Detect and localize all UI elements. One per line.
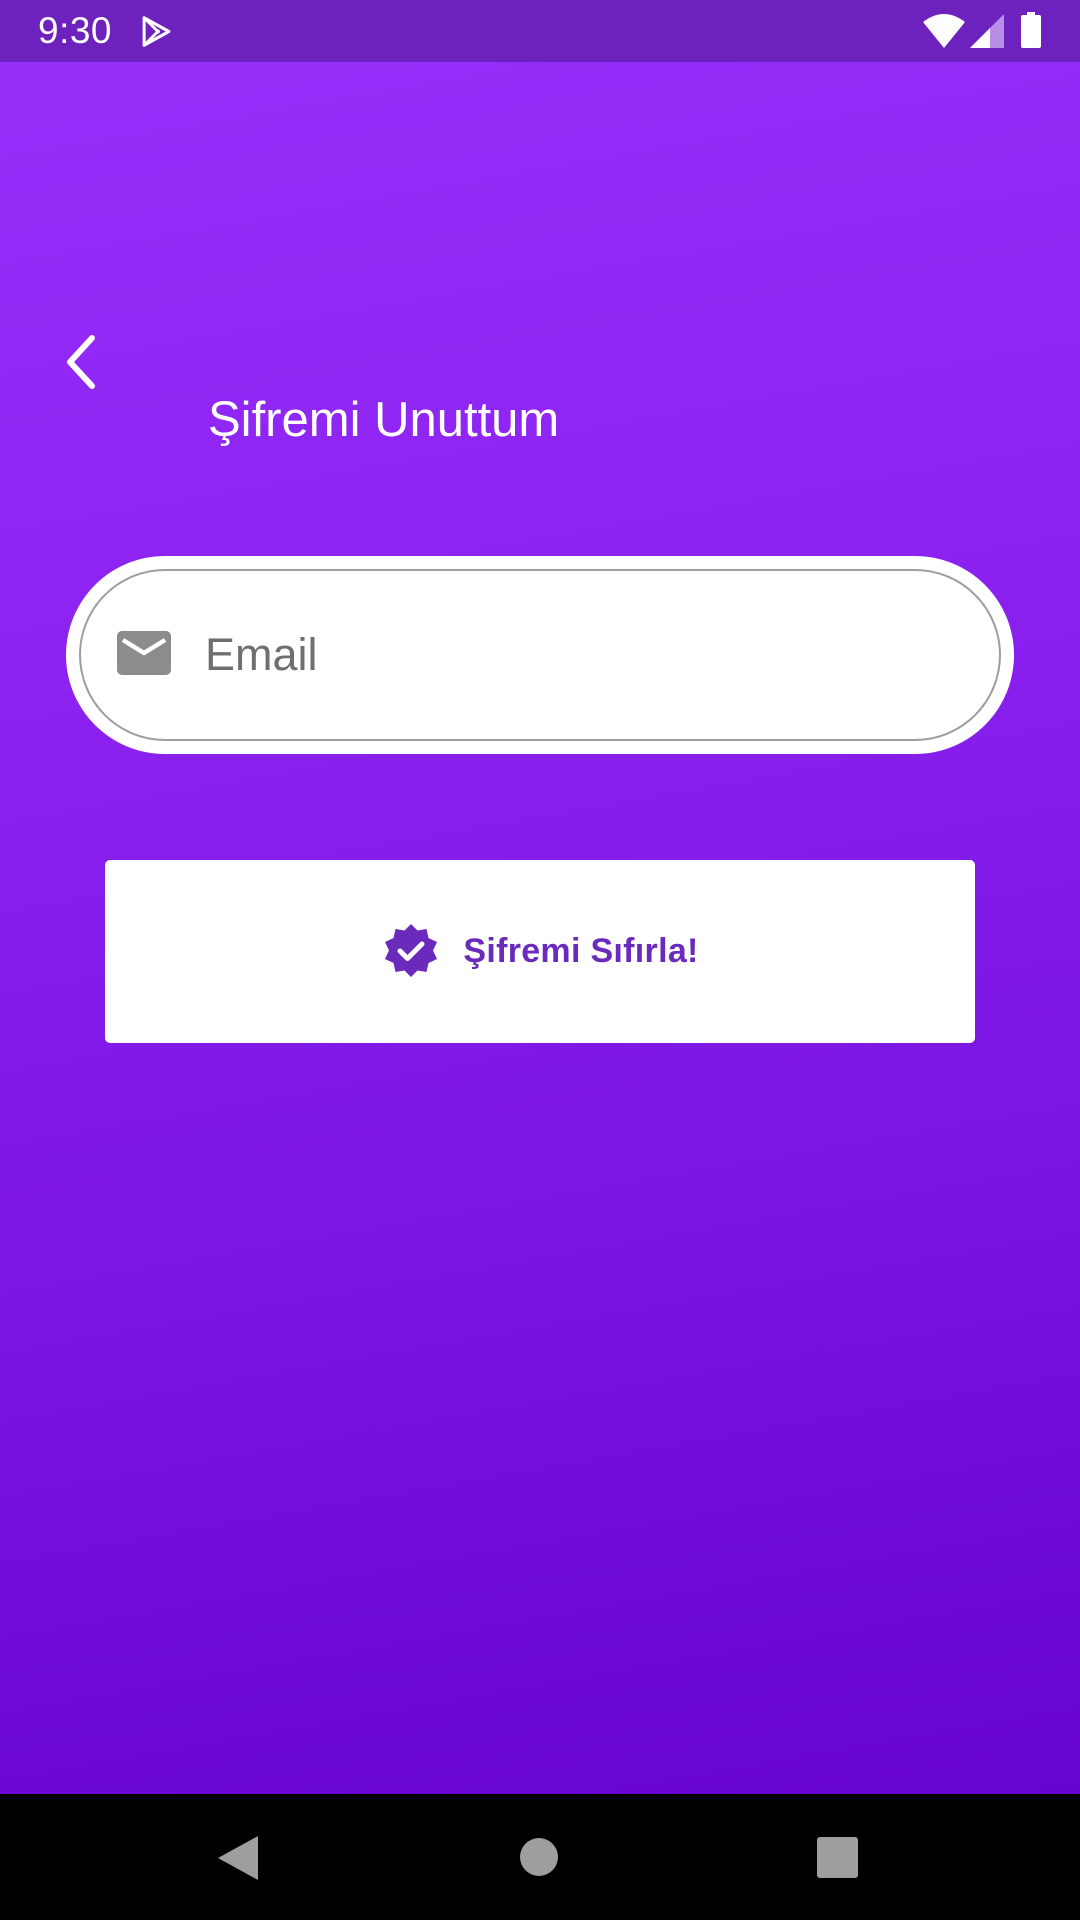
wifi-icon: [923, 14, 965, 48]
app-root: 9:30 Şifremi Unuttum Email Şifremi Sıfır…: [0, 0, 1080, 1920]
verified-badge-icon: [385, 923, 438, 977]
nav-recents-icon[interactable]: [817, 1837, 858, 1878]
status-bar: 9:30: [0, 0, 1080, 62]
battery-icon: [1021, 12, 1041, 48]
reset-password-label: Şifremi Sıfırla!: [463, 932, 699, 970]
play-store-icon: [142, 16, 171, 47]
system-navigation-bar: [0, 1794, 1080, 1920]
forgot-password-screen: Şifremi Unuttum Şifremi Sıfırla!: [0, 62, 1080, 1794]
back-button[interactable]: [52, 326, 112, 398]
email-input[interactable]: [205, 623, 965, 687]
nav-back-icon[interactable]: [216, 1834, 260, 1882]
reset-password-button[interactable]: Şifremi Sıfırla!: [105, 860, 975, 1043]
page-title: Şifremi Unuttum: [208, 393, 560, 447]
chevron-left-icon: [67, 335, 95, 389]
nav-home-icon[interactable]: [520, 1838, 558, 1876]
email-field[interactable]: [79, 569, 1001, 741]
status-time: 9:30: [38, 10, 113, 51]
mail-icon: [117, 631, 171, 675]
cell-signal-icon: [970, 14, 1004, 48]
